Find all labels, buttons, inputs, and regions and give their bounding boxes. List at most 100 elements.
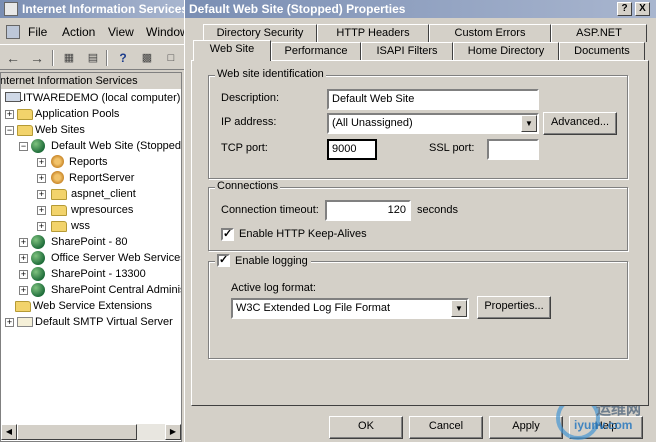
toolbar-separator <box>106 50 108 66</box>
gear-icon <box>51 155 64 168</box>
expand-icon[interactable]: + <box>37 206 46 215</box>
help-caption-button[interactable]: ? <box>617 2 632 16</box>
iis-manager-window: Internet Information Services File Actio… <box>0 0 189 442</box>
forward-arrow-icon[interactable]: → <box>28 49 46 67</box>
connections-group: Connections Connection timeout: 120 seco… <box>208 180 628 251</box>
identification-group-title: Web site identification <box>215 68 326 80</box>
connections-group-title: Connections <box>215 180 281 192</box>
help-icon[interactable]: ? <box>114 49 132 67</box>
toolbar-separator <box>52 50 54 66</box>
tree-item-reportserver[interactable]: + ReportServer <box>37 170 136 186</box>
menu-view[interactable]: View <box>108 25 134 39</box>
tab-aspnet[interactable]: ASP.NET <box>551 24 647 42</box>
ssl-port-field[interactable] <box>487 139 539 160</box>
expand-icon[interactable]: + <box>19 270 28 279</box>
refresh-icon[interactable]: □ <box>162 49 180 67</box>
globe-icon <box>31 283 45 297</box>
expand-icon[interactable]: + <box>37 158 46 167</box>
tree-root[interactable]: Internet Information Services <box>1 73 181 89</box>
advanced-button[interactable]: Advanced... <box>543 112 617 135</box>
tree-horizontal-scrollbar[interactable]: ◀ ▶ <box>1 424 181 440</box>
tree-item-sharepoint-80[interactable]: + SharePoint - 80 <box>19 234 129 250</box>
tree-item-reports[interactable]: + Reports <box>37 154 110 170</box>
tcp-port-field[interactable]: 9000 <box>327 139 377 160</box>
close-caption-button[interactable]: X <box>635 2 650 16</box>
tree-item-web-service-extensions[interactable]: Web Service Extensions <box>5 298 154 314</box>
tab-performance[interactable]: Performance <box>271 42 361 60</box>
folder-icon <box>51 221 67 232</box>
back-arrow-icon[interactable]: ← <box>4 49 22 67</box>
log-format-value: W3C Extended Log File Format <box>236 302 391 314</box>
enable-logging-label: Enable logging <box>235 255 308 267</box>
tree-pane[interactable]: Internet Information Services LITWAREDEM… <box>0 72 182 442</box>
description-field[interactable]: Default Web Site <box>327 89 539 110</box>
expand-icon[interactable]: + <box>19 238 28 247</box>
properties-dialog: Default Web Site (Stopped) Properties ? … <box>184 0 656 442</box>
ssl-port-label: SSL port: <box>429 142 475 154</box>
tree-item-aspnet-client[interactable]: + aspnet_client <box>37 186 138 202</box>
ip-address-select[interactable]: (All Unassigned) ▼ <box>327 113 539 134</box>
folder-icon <box>51 189 67 200</box>
enable-logging-checkbox[interactable]: ✓ <box>217 254 230 267</box>
tree-item-wpresources[interactable]: + wpresources <box>37 202 135 218</box>
expand-icon[interactable]: + <box>5 318 14 327</box>
log-format-select[interactable]: W3C Extended Log File Format ▼ <box>231 298 469 319</box>
menu-file[interactable]: File <box>28 25 47 39</box>
export-list-icon[interactable]: ▤ <box>84 49 102 67</box>
collapse-icon[interactable]: − <box>19 142 28 151</box>
scroll-left-arrow-icon[interactable]: ◀ <box>1 424 17 440</box>
tree-item-computer[interactable]: LITWAREDEMO (local computer) <box>5 90 181 106</box>
ok-button[interactable]: OK <box>329 416 403 439</box>
expand-icon[interactable]: + <box>19 286 28 295</box>
collapse-icon[interactable]: − <box>5 126 14 135</box>
properties-icon[interactable]: ▩ <box>138 49 156 67</box>
tree-item-web-sites[interactable]: − Web Sites <box>5 122 87 138</box>
log-properties-button[interactable]: Properties... <box>477 296 551 319</box>
globe-icon <box>31 235 45 249</box>
globe-icon <box>31 139 45 153</box>
tree-item-app-pools[interactable]: + Application Pools <box>5 106 121 122</box>
folder-icon <box>15 301 31 312</box>
show-hide-tree-icon[interactable]: ▦ <box>60 49 78 67</box>
console-menu-icon[interactable] <box>6 25 20 39</box>
gear-icon <box>51 171 64 184</box>
folder-icon <box>17 125 33 136</box>
menu-window[interactable]: Window <box>146 25 189 39</box>
expand-icon[interactable]: + <box>37 190 46 199</box>
folder-icon <box>51 205 67 216</box>
scroll-right-arrow-icon[interactable]: ▶ <box>165 424 181 440</box>
enable-logging-header: ✓ Enable logging <box>215 254 311 270</box>
cancel-button[interactable]: Cancel <box>409 416 483 439</box>
iis-menu-bar: File Action View Window <box>0 22 189 42</box>
tab-custom-errors[interactable]: Custom Errors <box>429 24 551 42</box>
expand-icon[interactable]: + <box>37 222 46 231</box>
connection-timeout-field[interactable]: 120 <box>325 200 411 221</box>
folder-icon <box>17 109 33 120</box>
tree-item-default-site[interactable]: − Default Web Site (Stopped) <box>19 138 181 154</box>
dialog-title-bar[interactable]: Default Web Site (Stopped) Properties ? … <box>185 0 656 18</box>
tree-item-smtp[interactable]: + Default SMTP Virtual Server <box>5 314 175 330</box>
expand-icon[interactable]: + <box>5 110 14 119</box>
keepalive-checkbox[interactable]: ✓ <box>221 228 234 241</box>
expand-icon[interactable]: + <box>19 254 28 263</box>
scroll-thumb[interactable] <box>17 424 137 440</box>
tree-item-wss[interactable]: + wss <box>37 218 92 234</box>
chevron-down-icon[interactable]: ▼ <box>521 115 537 132</box>
tab-isapi-filters[interactable]: ISAPI Filters <box>361 42 453 60</box>
globe-icon <box>31 251 45 265</box>
chevron-down-icon[interactable]: ▼ <box>451 300 467 317</box>
expand-icon[interactable]: + <box>37 174 46 183</box>
menu-action[interactable]: Action <box>62 25 95 39</box>
tab-home-directory[interactable]: Home Directory <box>453 42 559 60</box>
tree-item-sharepoint-13300[interactable]: + SharePoint - 13300 <box>19 266 148 282</box>
tab-http-headers[interactable]: HTTP Headers <box>317 24 429 42</box>
tab-web-site[interactable]: Web Site <box>193 40 271 61</box>
dialog-title-text: Default Web Site (Stopped) Properties <box>189 2 406 16</box>
tree-item-office-server[interactable]: + Office Server Web Services <box>19 250 181 266</box>
timeout-unit-label: seconds <box>417 204 458 216</box>
computer-icon <box>5 92 21 102</box>
tab-documents[interactable]: Documents <box>559 42 645 60</box>
tree-item-sharepoint-central[interactable]: + SharePoint Central Administration <box>19 282 181 298</box>
ip-address-label: IP address: <box>221 116 277 128</box>
iis-title-bar[interactable]: Internet Information Services <box>0 0 186 18</box>
